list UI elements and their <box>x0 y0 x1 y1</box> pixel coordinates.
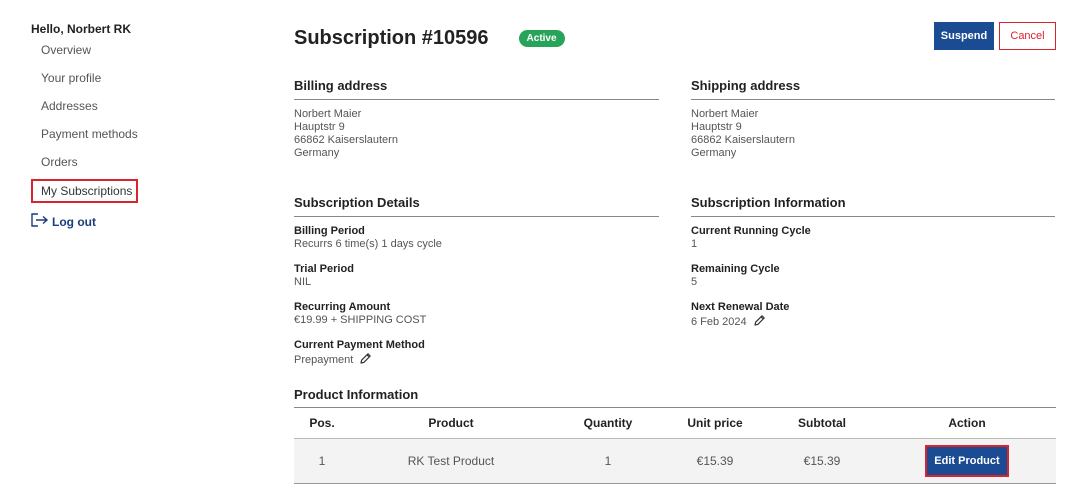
shipping-address-line: Norbert Maier <box>691 108 759 120</box>
billing-address-line: 66862 Kaiserslautern <box>294 134 398 146</box>
sidebar-item-orders[interactable]: Orders <box>31 154 151 182</box>
logout-link[interactable]: Log out <box>31 213 151 230</box>
status-badge: Active <box>518 30 565 47</box>
payment-method-value: Prepayment <box>294 352 659 369</box>
current-cycle-text: 1 <box>691 238 698 250</box>
billing-address-section: Billing address Norbert Maier Hauptstr 9… <box>294 78 659 160</box>
cell-subtotal: €15.39 <box>766 438 878 484</box>
column-header-action: Action <box>878 407 1056 439</box>
payment-method-label: Current Payment Method <box>294 339 425 351</box>
column-header-product: Product <box>350 407 552 439</box>
sidebar-item-overview[interactable]: Overview <box>31 42 151 70</box>
sidebar-item-profile[interactable]: Your profile <box>31 70 151 98</box>
product-table: Pos. Product Quantity Unit price Subtota… <box>294 407 1056 484</box>
subscription-details-heading: Subscription Details <box>294 195 659 217</box>
cell-quantity: 1 <box>552 438 664 484</box>
shipping-address-heading: Shipping address <box>691 78 1055 100</box>
subscription-information-heading: Subscription Information <box>691 195 1055 217</box>
next-renewal-value: 6 Feb 2024 <box>691 314 1055 331</box>
table-header-row: Pos. Product Quantity Unit price Subtota… <box>294 407 1056 439</box>
cell-pos: 1 <box>294 438 350 484</box>
remaining-cycle-value: 5 <box>691 276 1055 289</box>
current-cycle-label: Current Running Cycle <box>691 225 811 237</box>
shipping-address-section: Shipping address Norbert Maier Hauptstr … <box>691 78 1055 160</box>
shipping-address-line: Germany <box>691 147 737 159</box>
subscription-main: Subscription #10596 Active Suspend Cance… <box>294 0 1056 491</box>
logout-arrow-icon <box>31 213 52 230</box>
trial-period-label: Trial Period <box>294 263 354 275</box>
payment-method-text: Prepayment <box>294 354 354 366</box>
recurring-amount-value: €19.99 + SHIPPING COST <box>294 314 659 327</box>
cancel-button[interactable]: Cancel <box>999 22 1056 50</box>
greeting: Hello, Norbert RK <box>31 22 132 36</box>
cell-action: Edit Product <box>878 438 1056 484</box>
shipping-address-line: 66862 Kaiserslautern <box>691 134 795 146</box>
column-header-pos: Pos. <box>294 407 350 439</box>
edit-product-button[interactable]: Edit Product <box>925 445 1009 477</box>
table-row: 1 RK Test Product 1 €15.39 €15.39 Edit P… <box>294 438 1056 484</box>
trial-period-value: NIL <box>294 276 659 289</box>
billing-address-heading: Billing address <box>294 78 659 100</box>
shipping-address-line: Hauptstr 9 <box>691 121 742 133</box>
column-header-subtotal: Subtotal <box>766 407 878 439</box>
billing-address-line: Germany <box>294 147 340 159</box>
suspend-button[interactable]: Suspend <box>934 22 994 50</box>
current-cycle-value: 1 <box>691 238 1055 251</box>
next-renewal-label: Next Renewal Date <box>691 301 790 313</box>
sidebar-item-addresses[interactable]: Addresses <box>31 98 151 126</box>
sidebar-item-payment-methods[interactable]: Payment methods <box>31 126 151 154</box>
recurring-amount-text: €19.99 + SHIPPING COST <box>294 314 427 326</box>
page-title: Subscription #10596 <box>294 27 489 49</box>
cell-unit-price: €15.39 <box>664 438 766 484</box>
recurring-amount-label: Recurring Amount <box>294 301 391 313</box>
billing-address-line: Hauptstr 9 <box>294 121 345 133</box>
product-information-heading: Product Information <box>294 387 419 402</box>
remaining-cycle-label: Remaining Cycle <box>691 263 780 275</box>
billing-period-text: Recurrs 6 time(s) 1 days cycle <box>294 238 442 250</box>
logout-label: Log out <box>52 214 96 229</box>
remaining-cycle-text: 5 <box>691 276 698 288</box>
sidebar-item-my-subscriptions[interactable]: My Subscriptions <box>31 179 139 203</box>
column-header-unit-price: Unit price <box>664 407 766 439</box>
account-sidebar: Hello, Norbert RK Overview Your profile … <box>31 22 151 230</box>
next-renewal-text: 6 Feb 2024 <box>691 316 747 328</box>
column-header-quantity: Quantity <box>552 407 664 439</box>
pencil-icon[interactable] <box>747 314 766 331</box>
billing-period-value: Recurrs 6 time(s) 1 days cycle <box>294 238 659 251</box>
trial-period-text: NIL <box>294 276 312 288</box>
subscription-details-section: Subscription Details Billing Period Recu… <box>294 195 659 381</box>
pencil-icon[interactable] <box>353 352 372 369</box>
subscription-information-section: Subscription Information Current Running… <box>691 195 1055 343</box>
billing-address-line: Norbert Maier <box>294 108 362 120</box>
product-link[interactable]: RK Test Product <box>350 438 552 484</box>
billing-period-label: Billing Period <box>294 225 365 237</box>
